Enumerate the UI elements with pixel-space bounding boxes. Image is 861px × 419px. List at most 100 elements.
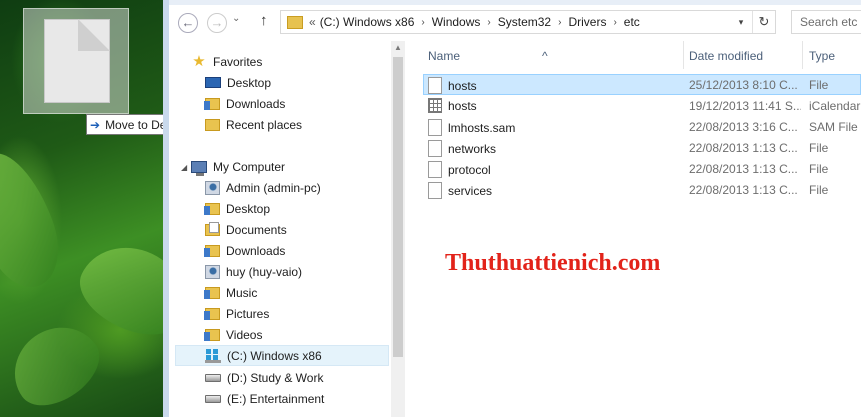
nav-item-music[interactable]: Music <box>204 282 258 303</box>
windows-drive-icon <box>205 348 221 363</box>
file-list: ^ Name Date modified Type hosts 25/12/20… <box>407 41 861 417</box>
file-date: 22/08/2013 1:13 C... <box>689 141 798 155</box>
user-icon <box>205 264 220 279</box>
file-type: File <box>809 162 829 176</box>
desktop-background: ➔ Move to Desktop <box>0 0 202 419</box>
nav-item-documents[interactable]: Documents <box>205 219 287 240</box>
scrollbar-thumb[interactable] <box>393 57 403 357</box>
file-name: hosts <box>448 78 477 93</box>
nav-item-label: Admin (admin-pc) <box>226 180 321 195</box>
file-date: 22/08/2013 1:13 C... <box>689 162 798 176</box>
nav-item-videos[interactable]: Videos <box>204 324 263 345</box>
file-name: hosts <box>448 98 477 113</box>
nav-item-recent-places[interactable]: Recent places <box>205 114 302 135</box>
file-date: 22/08/2013 1:13 C... <box>689 183 798 197</box>
column-header-name[interactable]: Name <box>428 49 460 63</box>
refresh-icon[interactable]: ↻ <box>752 11 775 33</box>
nav-item-label: Recent places <box>226 117 303 132</box>
breadcrumb-windows[interactable]: Windows <box>432 15 481 29</box>
folder-icon <box>287 15 303 29</box>
nav-item-label: (E:) Entertainment <box>227 391 325 406</box>
address-bar[interactable]: « (C:) Windows x86 › Windows › System32 … <box>280 10 776 34</box>
nav-item-favorites-desktop[interactable]: Desktop <box>205 72 271 93</box>
breadcrumb-etc[interactable]: etc <box>624 15 640 29</box>
nav-item-drive-d[interactable]: (D:) Study & Work <box>205 367 323 388</box>
recent-locations-chevron-icon[interactable]: ⌄ <box>232 13 240 24</box>
desktop-folder-icon <box>204 202 220 215</box>
file-row[interactable]: hosts 25/12/2013 8:10 C... File <box>423 74 861 95</box>
search-input[interactable]: Search etc <box>791 10 861 34</box>
watermark-text: Thuthuattienich.com <box>445 250 661 276</box>
breadcrumb-overflow[interactable]: « <box>309 15 316 29</box>
column-header-type[interactable]: Type <box>809 49 835 63</box>
arrow-right-icon: ➔ <box>90 117 101 132</box>
file-row[interactable]: lmhosts.sam 22/08/2013 3:16 C... SAM Fil… <box>407 116 861 137</box>
forward-button[interactable]: → <box>207 13 227 33</box>
chevron-right-icon[interactable]: › <box>421 17 424 28</box>
nav-item-label: Music <box>226 285 258 300</box>
nav-item-favorites-downloads[interactable]: Downloads <box>204 93 285 114</box>
file-icon <box>428 161 442 178</box>
nav-item-label: Downloads <box>226 243 286 258</box>
nav-my-computer[interactable]: My Computer <box>191 156 285 177</box>
nav-item-drive-e[interactable]: (E:) Entertainment <box>205 388 324 409</box>
up-button[interactable]: ↑ <box>260 12 268 29</box>
music-folder-icon <box>204 286 220 299</box>
nav-item-admin[interactable]: Admin (admin-pc) <box>205 177 321 198</box>
file-icon <box>428 77 442 94</box>
navigation-pane-scrollbar[interactable]: ▲ <box>391 41 405 417</box>
file-type: File <box>809 183 829 197</box>
file-date: 19/12/2013 11:41 S... <box>689 99 801 113</box>
column-divider[interactable] <box>802 41 803 69</box>
file-row[interactable]: services 22/08/2013 1:13 C... File <box>407 179 861 200</box>
star-icon: ★ <box>192 52 206 70</box>
nav-item-drive-c[interactable]: (C:) Windows x86 <box>175 345 389 366</box>
scroll-up-icon[interactable]: ▲ <box>394 43 402 52</box>
nav-item-pictures[interactable]: Pictures <box>204 303 270 324</box>
file-date: 25/12/2013 8:10 C... <box>689 78 798 92</box>
chevron-right-icon[interactable]: › <box>487 17 490 28</box>
nav-item-label: Desktop <box>227 75 272 90</box>
nav-item-huy[interactable]: huy (huy-vaio) <box>205 261 302 282</box>
file-date: 22/08/2013 3:16 C... <box>689 120 798 134</box>
file-type: iCalendar F <box>809 99 861 113</box>
file-row[interactable]: networks 22/08/2013 1:13 C... File <box>407 137 861 158</box>
column-header-date-modified[interactable]: Date modified <box>689 49 763 63</box>
nav-item-downloads[interactable]: Downloads <box>204 240 286 261</box>
nav-item-desktop[interactable]: Desktop <box>204 198 270 219</box>
nav-item-label: Documents <box>226 222 287 237</box>
computer-icon <box>191 160 207 176</box>
nav-item-label: Videos <box>226 327 263 342</box>
expand-arrow-icon[interactable]: ◢ <box>181 163 187 172</box>
address-dropdown-icon[interactable]: ▾ <box>730 17 752 28</box>
breadcrumb-system32[interactable]: System32 <box>498 15 551 29</box>
file-name: lmhosts.sam <box>448 120 516 135</box>
hard-drive-icon <box>205 373 221 382</box>
recent-places-icon <box>205 118 220 131</box>
user-icon <box>205 180 220 195</box>
nav-favorites-label: Favorites <box>213 54 263 69</box>
file-row[interactable]: protocol 22/08/2013 1:13 C... File <box>407 158 861 179</box>
back-button[interactable]: ← <box>178 13 198 33</box>
downloads-folder-icon <box>204 244 220 257</box>
column-divider[interactable] <box>683 41 684 69</box>
nav-item-label: huy (huy-vaio) <box>226 264 303 279</box>
leaf-decoration <box>0 310 112 419</box>
sort-ascending-icon: ^ <box>542 49 548 63</box>
file-icon <box>428 140 442 157</box>
downloads-folder-icon <box>204 97 220 110</box>
explorer-window: ← → ⌄ ↑ « (C:) Windows x86 › Windows › S… <box>163 0 861 417</box>
file-icon <box>428 182 442 199</box>
breadcrumb-drive[interactable]: (C:) Windows x86 <box>320 15 415 29</box>
nav-item-label: Pictures <box>226 306 270 321</box>
nav-favorites[interactable]: ★ Favorites <box>191 51 262 72</box>
dragged-file-ghost[interactable] <box>23 8 129 114</box>
chevron-right-icon[interactable]: › <box>558 17 561 28</box>
chevron-right-icon[interactable]: › <box>613 17 616 28</box>
file-type: SAM File <box>809 120 858 134</box>
file-name: protocol <box>448 162 491 177</box>
file-row[interactable]: hosts 19/12/2013 11:41 S... iCalendar F <box>407 95 861 116</box>
breadcrumb-drivers[interactable]: Drivers <box>568 15 606 29</box>
file-type: File <box>809 78 829 92</box>
file-name: networks <box>448 141 497 156</box>
